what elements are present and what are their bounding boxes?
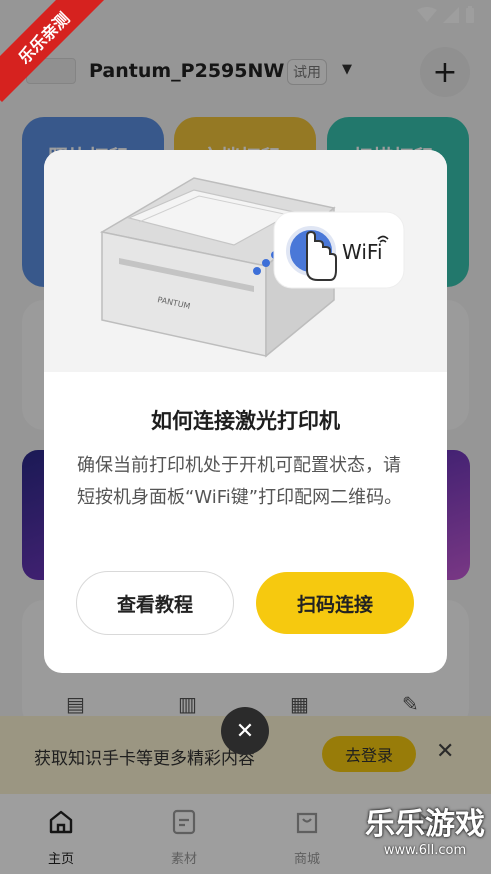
scan-connect-button[interactable]: 扫码连接 — [256, 572, 414, 634]
watermark-url: www.6ll.com — [383, 843, 467, 858]
view-tutorial-button[interactable]: 查看教程 — [76, 571, 234, 635]
watermark-brand: 乐乐游戏 www.6ll.com — [365, 799, 485, 858]
watermark-title: 乐乐游戏 — [365, 807, 485, 842]
wifi-label: WiFi — [342, 240, 383, 264]
dialog-description: 确保当前打印机处于开机可配置状态，请短按机身面板“WiFi键”打印配网二维码。 — [77, 455, 403, 508]
printer-illustration: PANTUM WiFi — [44, 150, 447, 372]
connect-printer-dialog: PANTUM WiFi 如何连接激光打印机 确保当前打印机处于开机可配置状态，请… — [44, 150, 447, 673]
dialog-title: 如何连接激光打印机 — [151, 409, 340, 433]
laser-printer-image: PANTUM WiFi — [99, 177, 405, 358]
close-icon[interactable]: ✕ — [221, 707, 269, 755]
